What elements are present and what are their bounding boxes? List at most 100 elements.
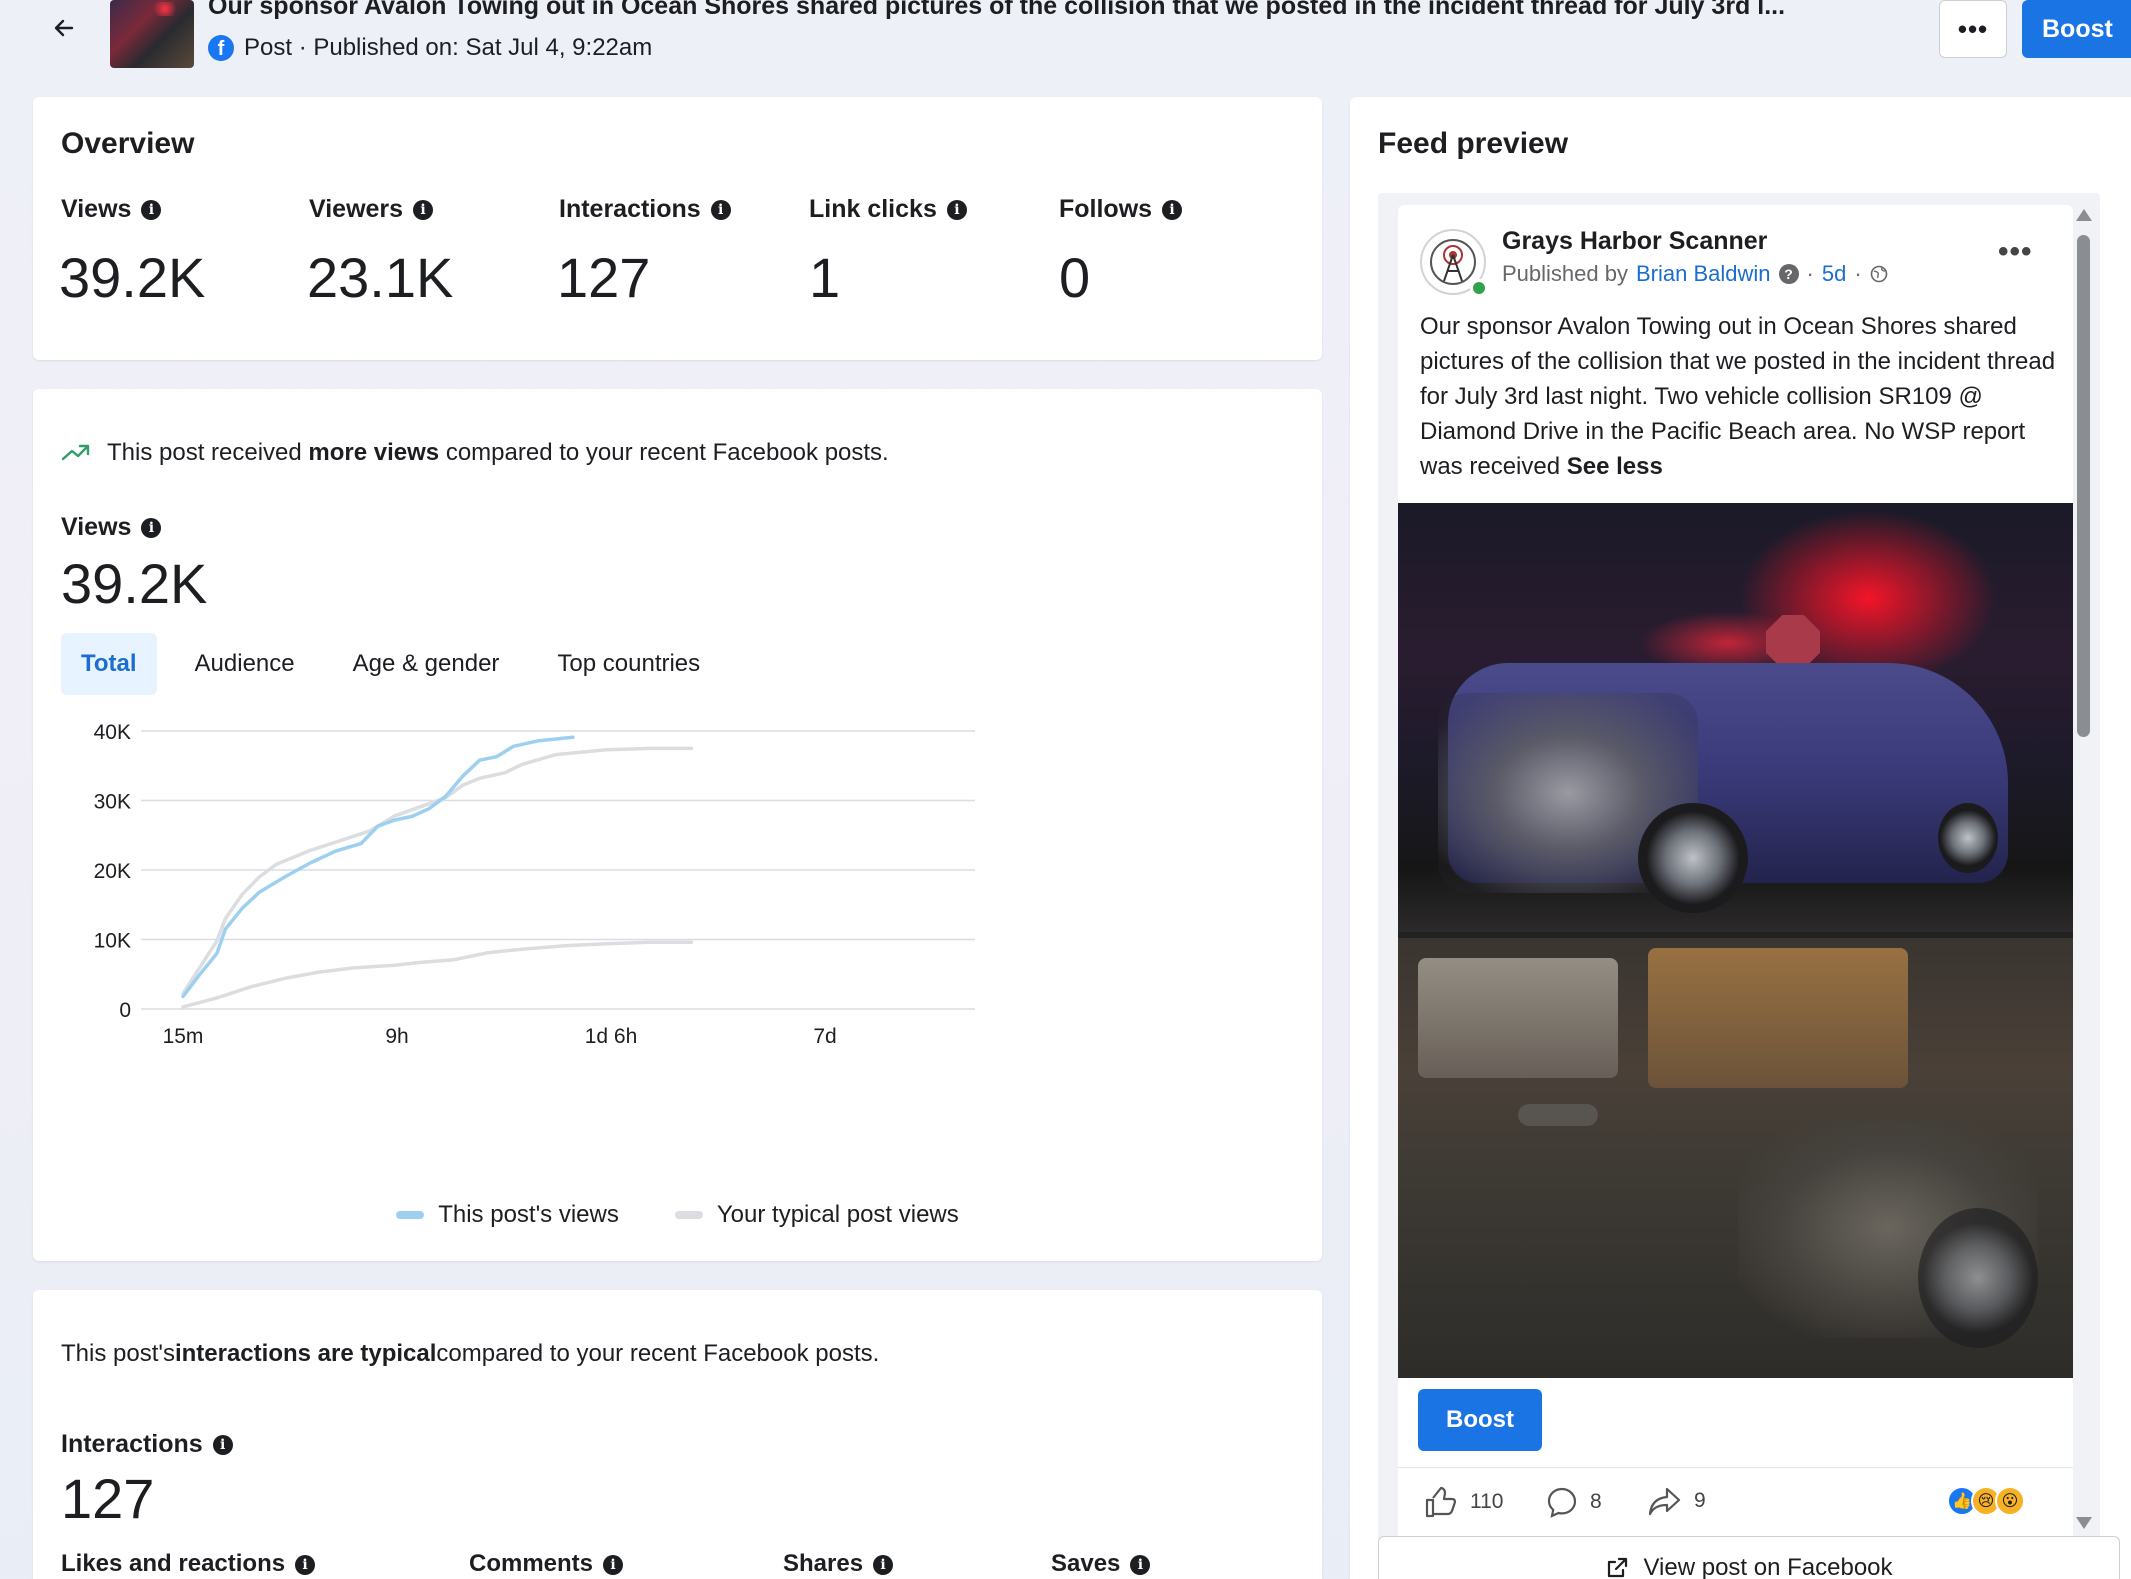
post-header: Our sponsor Avalon Towing out in Ocean S…: [0, 0, 2131, 80]
overview-title: Overview: [61, 127, 195, 160]
metric-views-label: Views i: [61, 195, 162, 224]
info-icon[interactable]: i: [141, 200, 162, 221]
y-tick-label: 40K: [94, 721, 131, 744]
comment-count: 8: [1590, 1490, 1602, 1513]
metric-follows-label: Follows i: [1059, 195, 1183, 224]
metric-label-text: Follows: [1059, 195, 1153, 223]
scroll-thumb[interactable]: [2077, 235, 2090, 737]
info-icon[interactable]: i: [1162, 200, 1183, 221]
wheel-shape: [1638, 803, 1748, 913]
publisher-link[interactable]: Brian Baldwin: [1636, 261, 1771, 287]
metric-label-text: Viewers: [309, 195, 404, 223]
feed-preview-frame[interactable]: Grays Harbor Scanner Published by Brian …: [1378, 193, 2100, 1579]
series-line-typical: [181, 746, 694, 996]
info-icon[interactable]: i: [710, 200, 731, 221]
share-action[interactable]: 9: [1648, 1486, 1706, 1516]
legend-swatch: [674, 1211, 703, 1219]
post-actions: 110 8 9 👍 😢 😮: [1398, 1467, 2073, 1537]
view-on-facebook-button[interactable]: View post on Facebook: [1378, 1536, 2120, 1579]
published-by-line: Published by Brian Baldwin ? · 5d ·: [1502, 261, 1888, 287]
feed-scrollbar[interactable]: [2068, 193, 2098, 1579]
metric-interactions-label: Interactions i: [559, 195, 731, 224]
comments-label: Comments i: [469, 1550, 624, 1578]
info-icon[interactable]: i: [295, 1554, 316, 1575]
external-link-icon: [1608, 1557, 1628, 1578]
interactions-label-text: Interactions: [61, 1430, 203, 1458]
wow-reaction-icon: 😮: [1995, 1486, 2025, 1516]
post-body: Our sponsor Avalon Towing out in Ocean S…: [1420, 313, 2056, 480]
stop-sign-shape: [1766, 615, 1820, 669]
likes-reactions-label: Likes and reactions i: [61, 1550, 316, 1578]
view-on-facebook-label: View post on Facebook: [1643, 1554, 1893, 1579]
page-name[interactable]: Grays Harbor Scanner: [1502, 227, 1767, 256]
wheel-shape: [1918, 1208, 2038, 1348]
back-button[interactable]: [44, 8, 84, 48]
window-shape: [1418, 958, 1618, 1078]
tab-total[interactable]: Total: [61, 633, 157, 695]
boost-post-button[interactable]: Boost: [1418, 1389, 1542, 1451]
metric-interactions-value: 127: [557, 246, 651, 309]
metric-label-text: Link clicks: [809, 195, 937, 223]
share-icon: [1648, 1487, 1681, 1516]
tab-audience[interactable]: Audience: [175, 633, 315, 695]
x-tick-label: 9h: [385, 1025, 408, 1048]
saves-label: Saves i: [1051, 1550, 1151, 1578]
legend-swatch: [396, 1211, 425, 1219]
metric-follows-value: 0: [1059, 246, 1091, 309]
post-text: Our sponsor Avalon Towing out in Ocean S…: [1420, 309, 2060, 484]
arrow-left-icon: [54, 19, 74, 37]
info-icon[interactable]: i: [212, 1435, 233, 1456]
series-line-this-post: [181, 735, 575, 999]
tab-top-countries[interactable]: Top countries: [537, 633, 720, 695]
like-action[interactable]: 110: [1424, 1486, 1503, 1518]
views-value: 39.2K: [61, 552, 208, 615]
info-icon[interactable]: i: [413, 200, 434, 221]
post-age-link[interactable]: 5d: [1822, 261, 1846, 287]
globe-icon: [1870, 265, 1887, 283]
y-tick-label: 10K: [94, 930, 131, 953]
overview-card: Overview Views i 39.2K Viewers i 23.1K Int…: [33, 97, 1322, 360]
wheel-shape: [1938, 803, 1998, 873]
post-photo-1[interactable]: [1398, 503, 2073, 933]
y-tick-label: 0: [119, 999, 131, 1022]
views-card: This post received more views compared t…: [33, 389, 1322, 1261]
scroll-down-arrow-icon[interactable]: [2076, 1517, 2092, 1529]
views-line-chart: 0 10K 20K 30K 40K 15m 9h 1d 6h 7d: [94, 721, 975, 1048]
see-less-link[interactable]: See less: [1567, 453, 1663, 480]
door-handle-shape: [1518, 1104, 1598, 1126]
info-icon[interactable]: i: [873, 1554, 894, 1575]
x-tick-label: 7d: [813, 1025, 836, 1048]
legend-item-typical: Your typical post views: [674, 1201, 959, 1229]
help-icon[interactable]: ?: [1778, 264, 1799, 284]
views-label: Views i: [61, 513, 162, 542]
reaction-icons[interactable]: 👍 😢 😮: [1947, 1486, 2025, 1516]
facebook-icon: f: [208, 35, 234, 61]
post-thumbnail[interactable]: [110, 0, 194, 68]
info-icon[interactable]: i: [603, 1554, 624, 1575]
thumbs-up-icon: [1425, 1486, 1457, 1518]
metric-viewers-value: 23.1K: [307, 246, 454, 309]
y-tick-label: 20K: [94, 860, 131, 883]
comment-action[interactable]: 8: [1546, 1486, 1602, 1518]
boost-button[interactable]: Boost: [2022, 0, 2131, 58]
series-line-typical: [181, 940, 694, 1009]
tab-age-gender[interactable]: Age & gender: [333, 633, 520, 695]
y-tick-label: 30K: [94, 791, 131, 814]
chart-legend: This post's views Your typical post view…: [33, 1201, 1322, 1229]
post-photo-2[interactable]: [1398, 938, 2073, 1378]
views-insight: This post received more views compared t…: [61, 439, 889, 467]
post-options-button[interactable]: •••: [1998, 235, 2033, 269]
post-meta: f Post · Published on: Sat Jul 4, 9:22am: [208, 34, 652, 62]
more-options-button[interactable]: •••: [1939, 0, 2007, 58]
sub-metric-text: Comments: [469, 1550, 594, 1577]
shares-label: Shares i: [783, 1550, 894, 1578]
info-icon[interactable]: i: [1130, 1554, 1151, 1575]
legend-item-this-post: This post's views: [396, 1201, 619, 1229]
info-icon[interactable]: i: [141, 518, 162, 539]
sub-metric-text: Shares: [783, 1550, 864, 1577]
interactions-card: This post's interactions are typical com…: [33, 1290, 1322, 1579]
info-icon[interactable]: i: [946, 200, 967, 221]
metric-label-text: Views: [61, 195, 132, 223]
scroll-up-arrow-icon[interactable]: [2076, 209, 2092, 221]
sub-metric-text: Likes and reactions: [61, 1550, 286, 1577]
